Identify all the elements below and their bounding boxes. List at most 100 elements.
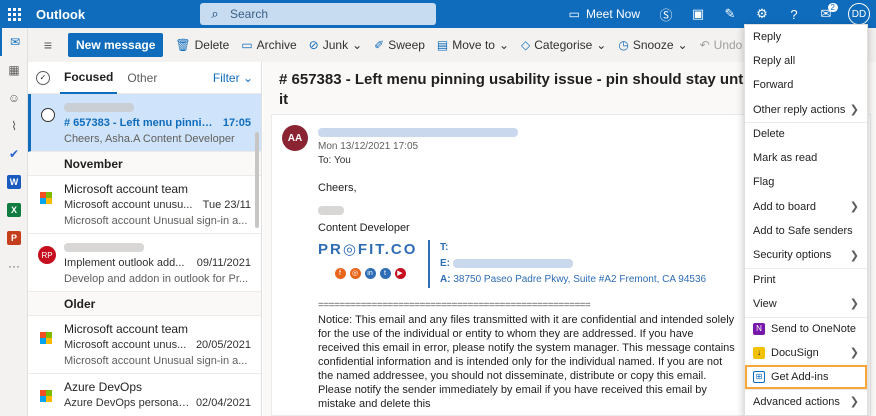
message-sender: Azure DevOps: [64, 380, 143, 394]
chevron-right-icon: ❯: [849, 298, 859, 311]
menu-item-get-add-ins[interactable]: ⊞ Get Add-ins: [745, 365, 867, 390]
attachment-icon[interactable]: ⌇: [0, 112, 28, 140]
menu-item-advanced-actions[interactable]: Advanced actions ❯: [745, 389, 867, 413]
my-day-icon[interactable]: ✎: [714, 0, 746, 28]
search-box[interactable]: ⌕ Search: [200, 3, 436, 25]
message-subject: Microsoft account unusu...: [64, 199, 193, 211]
chevron-down-icon: ⌄: [677, 38, 688, 52]
sender-avatar[interactable]: AA: [282, 125, 308, 151]
sig-phone-label: T:: [440, 242, 449, 253]
menu-label: View: [753, 297, 777, 310]
menu-item-reply-all[interactable]: Reply all: [745, 49, 867, 73]
junk-button[interactable]: ⊘ Junk ⌄: [303, 38, 368, 52]
menu-item-other-reply-actions[interactable]: Other reply actions ❯: [745, 98, 867, 122]
undo-label: Undo: [713, 38, 743, 52]
snooze-button[interactable]: ◷ Snooze ⌄: [612, 38, 693, 52]
hamburger-icon[interactable]: ≡: [34, 37, 62, 53]
menu-label: Get Add-ins: [771, 370, 829, 383]
app-name[interactable]: Outlook: [36, 7, 196, 22]
facebook-icon[interactable]: f: [334, 268, 346, 279]
undo-button[interactable]: ↶ Undo: [694, 38, 749, 52]
profit-logo: PR◎FIT.CO: [318, 241, 418, 258]
sender-avatar: RP: [38, 246, 56, 264]
menu-label: Reply: [753, 30, 782, 43]
menu-item-view[interactable]: View ❯: [745, 292, 867, 316]
menu-item-security-options[interactable]: Security options ❯: [745, 244, 867, 268]
microsoft-logo-icon: [40, 332, 52, 344]
menu-item-docusign[interactable]: ↓ DocuSign ❯: [745, 341, 867, 365]
menu-item-forward[interactable]: Forward: [745, 74, 867, 98]
excel-icon[interactable]: X: [0, 196, 28, 224]
office-icon[interactable]: ▣: [682, 0, 714, 28]
menu-item-add-to-safe-senders[interactable]: Add to Safe senders: [745, 219, 867, 243]
menu-item-mark-as-read[interactable]: Mark as read: [745, 146, 867, 170]
menu-label: Mark as read: [753, 152, 818, 165]
skype-icon[interactable]: Ⓢ: [650, 0, 682, 28]
message-date: 17:05: [222, 117, 251, 129]
powerpoint-icon[interactable]: P: [0, 224, 28, 252]
undo-icon: ↶: [699, 38, 710, 52]
categorise-button[interactable]: ◇ Categorise ⌄: [515, 38, 612, 52]
tab-other[interactable]: Other: [127, 71, 157, 85]
people-icon[interactable]: ☺: [0, 84, 28, 112]
sig-address: 38750 Paseo Padre Pkwy, Suite #A2 Fremon…: [453, 274, 707, 285]
message-preview: Microsoft account Unusual sign-in a...: [64, 215, 248, 227]
linkedin-icon[interactable]: in: [364, 268, 376, 279]
trash-icon: 🗑: [175, 38, 191, 52]
menu-item-send-to-onenote[interactable]: N Send to OneNote: [745, 316, 867, 341]
archive-button[interactable]: ▭ Archive: [235, 38, 302, 52]
sweep-button[interactable]: ✐ Sweep: [368, 38, 431, 52]
youtube-icon[interactable]: ▶: [394, 268, 406, 279]
filter-label: Filter: [212, 70, 240, 85]
search-placeholder: Search: [230, 7, 269, 21]
calendar-icon[interactable]: ▦: [0, 56, 28, 84]
message-date: 02/04/2021: [195, 397, 251, 409]
menu-label: Add to board: [753, 200, 816, 213]
word-icon[interactable]: W: [0, 168, 28, 196]
account-avatar[interactable]: DD: [848, 3, 870, 25]
chevron-right-icon: ❯: [849, 249, 859, 262]
list-item[interactable]: Azure DevOps Azure DevOps personal ... 02…: [28, 374, 261, 416]
mail-icon[interactable]: ✉: [0, 28, 28, 56]
sig-address-label: A:: [440, 274, 451, 285]
menu-item-flag[interactable]: Flag: [745, 171, 867, 195]
chevron-down-icon: ⌄: [352, 38, 363, 52]
chevron-down-icon: ⌄: [498, 38, 510, 52]
onenote-icon: N: [753, 322, 765, 335]
chevron-down-icon: ⌄: [242, 70, 253, 85]
app-launcher-button[interactable]: [0, 0, 28, 28]
menu-label: Reply all: [753, 54, 796, 67]
menu-item-delete[interactable]: Delete: [745, 122, 867, 146]
list-item[interactable]: Microsoft account team Microsoft account…: [28, 316, 261, 374]
move-to-button[interactable]: ▤ Move to ⌄: [431, 38, 515, 52]
social-links: f ◎ in t ▶: [318, 268, 422, 279]
filter-button[interactable]: Filter ⌄: [213, 71, 253, 85]
list-item[interactable]: RP Implement outlook add... 09/11/2021 De…: [28, 234, 261, 292]
list-item[interactable]: # 657383 - Left menu pinnin... 17:05 Chee…: [28, 94, 261, 152]
menu-label: Flag: [753, 176, 775, 189]
folder-move-icon: ▤: [436, 38, 449, 52]
instagram-icon[interactable]: ◎: [349, 268, 361, 279]
junk-label: Junk: [322, 38, 349, 52]
more-apps-icon[interactable]: ···: [0, 252, 28, 280]
list-scrollbar[interactable]: [255, 132, 259, 228]
select-radio[interactable]: [41, 108, 55, 122]
microsoft-logo-icon: [40, 390, 52, 402]
tag-icon: ◇: [521, 38, 531, 52]
tab-focused[interactable]: Focused: [60, 62, 118, 94]
meet-now-button[interactable]: ▭ Meet Now: [559, 7, 650, 21]
microsoft-logo-icon: [40, 192, 52, 204]
message-date: 09/11/2021: [196, 257, 251, 269]
chevron-right-icon: ❯: [849, 396, 859, 409]
select-all-checkbox[interactable]: ✓: [36, 70, 50, 85]
list-item[interactable]: Microsoft account team Microsoft account…: [28, 176, 261, 234]
group-header-older: Older: [28, 292, 261, 316]
twitter-icon[interactable]: t: [379, 268, 391, 279]
menu-item-reply[interactable]: Reply: [745, 25, 867, 49]
menu-item-add-to-board[interactable]: Add to board ❯: [745, 195, 867, 219]
new-message-button[interactable]: New message: [68, 33, 164, 57]
todo-icon[interactable]: ✔: [0, 140, 28, 168]
archive-label: Archive: [256, 38, 297, 52]
menu-item-print[interactable]: Print: [745, 267, 867, 292]
delete-button[interactable]: 🗑 Delete: [169, 38, 235, 52]
